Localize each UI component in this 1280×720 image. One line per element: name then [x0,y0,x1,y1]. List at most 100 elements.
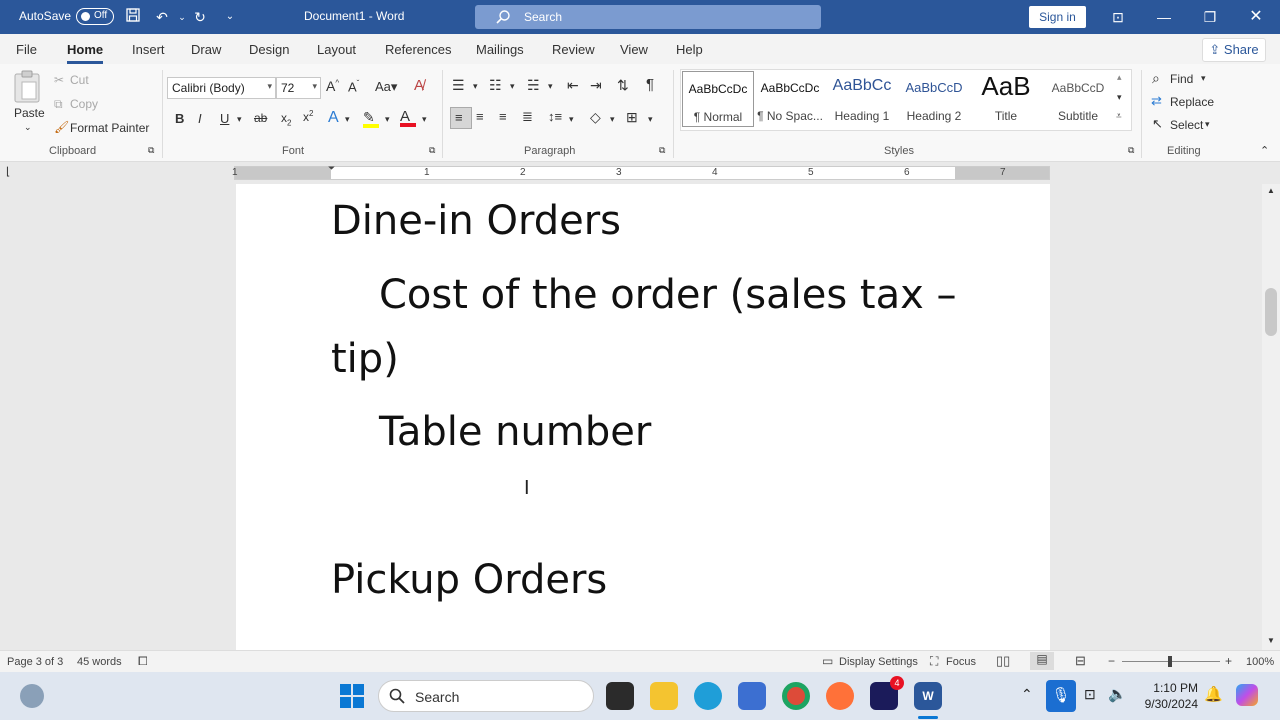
underline-dropdown-icon[interactable]: ▾ [237,114,242,125]
style-normal[interactable]: AaBbCcDc ¶ Normal [682,71,754,127]
highlight-dropdown-icon[interactable]: ▾ [385,114,390,125]
undo-dropdown-icon[interactable]: ⌄ [172,7,192,27]
tab-insert[interactable]: Insert [132,42,165,57]
print-layout-icon[interactable]: ▤ [1030,652,1054,670]
copilot-icon[interactable] [1236,684,1258,706]
clock[interactable]: 1:10 PM 9/30/2024 [1140,680,1198,712]
change-case-button[interactable]: Aa▾ [375,79,397,95]
highlight-icon[interactable]: ✎ [363,109,379,128]
zoom-out-icon[interactable]: − [1108,654,1115,668]
subscript-icon[interactable]: x2 [281,111,291,127]
store-icon[interactable] [738,682,766,710]
vertical-scrollbar[interactable]: ▲ ▼ [1262,184,1280,650]
zoom-slider-thumb[interactable] [1168,656,1172,667]
word-taskbar-icon[interactable]: W [914,682,942,710]
scroll-down-icon[interactable]: ▼ [1267,636,1275,645]
show-formatting-icon[interactable]: ¶ [646,76,654,93]
cut-button[interactable]: Cut [70,73,89,87]
italic-button[interactable]: I [198,111,202,126]
share-button[interactable]: ⇪ Share [1202,38,1266,62]
select-button[interactable]: Select [1170,118,1203,132]
select-dropdown-icon[interactable]: ▾ [1205,119,1210,130]
multilevel-list-icon[interactable]: ☵ [527,77,540,94]
find-button[interactable]: Find [1170,72,1193,86]
style-heading-1[interactable]: AaBbCc Heading 1 [826,71,898,127]
tab-review[interactable]: Review [552,42,595,57]
underline-button[interactable]: U [220,111,229,126]
start-icon[interactable] [340,684,364,708]
doc-line-tip[interactable]: tip) [331,336,399,382]
title-search-box[interactable]: Search [475,5,821,29]
scroll-up-icon[interactable]: ▲ [1267,186,1275,195]
redo-icon[interactable]: ↻ [190,7,210,27]
collapse-ribbon-icon[interactable]: ⌃ [1260,144,1269,157]
styles-launcher-icon[interactable]: ⧉ [1128,145,1134,156]
edge-icon[interactable] [694,682,722,710]
doc-line-table-number[interactable]: Table number [379,409,651,455]
doc-heading-dine-in[interactable]: Dine-in Orders [331,198,621,244]
clear-formatting-icon[interactable]: A̸ [414,77,424,94]
copy-button[interactable]: Copy [70,97,98,111]
tab-mailings[interactable]: Mailings [476,42,524,57]
microphone-icon[interactable]: 🎙 [1046,680,1076,712]
styles-scroll-down-icon[interactable]: ▾ [1117,92,1122,103]
tab-design[interactable]: Design [249,42,289,57]
zoom-in-icon[interactable]: + [1225,654,1232,668]
tab-references[interactable]: References [385,42,451,57]
notifications-icon[interactable]: 🔔 [1204,685,1223,703]
text-effects-dropdown-icon[interactable]: ▾ [345,114,350,125]
align-left-button[interactable]: ≡ [450,107,472,129]
doc-line-cost[interactable]: Cost of the order (sales tax – [379,272,956,318]
text-effects-icon[interactable]: A [328,109,339,127]
grow-font-icon[interactable]: A^ [326,78,339,94]
app-icon[interactable]: 4 [870,676,904,710]
line-spacing-icon[interactable]: ↕≡ [548,109,562,124]
autosave-toggle[interactable]: Off [76,8,114,25]
widgets-icon[interactable] [20,684,44,708]
taskbar-search[interactable]: Search [378,680,594,712]
numbering-dropdown-icon[interactable]: ▾ [510,81,515,92]
tab-selector-icon[interactable]: ⌊ [6,165,10,178]
shrink-font-icon[interactable]: Aˇ [348,79,359,94]
indent-marker-icon[interactable]: ⏷ [328,163,335,174]
shading-dropdown-icon[interactable]: ▾ [610,114,615,125]
sort-icon[interactable]: ⇅ [617,77,629,94]
tab-draw[interactable]: Draw [191,42,221,57]
page[interactable]: Dine-in Orders Cost of the order (sales … [236,184,1050,650]
tab-help[interactable]: Help [676,42,703,57]
styles-more-icon[interactable]: ⩡ [1116,111,1122,122]
page-count[interactable]: Page 3 of 3 [7,656,63,668]
doc-heading-pickup[interactable]: Pickup Orders [331,557,607,603]
line-spacing-dropdown-icon[interactable]: ▾ [569,114,574,125]
replace-button[interactable]: Replace [1170,95,1214,109]
decrease-indent-icon[interactable]: ⇤ [567,77,579,94]
minimize-button[interactable]: — [1141,0,1187,34]
ribbon-display-icon[interactable]: ⊡ [1095,0,1141,34]
justify-icon[interactable]: ≣ [522,109,533,125]
align-right-icon[interactable]: ≡ [499,109,507,124]
horizontal-ruler[interactable]: 1 1 2 3 4 5 6 7 ⏷ [232,163,1050,180]
borders-dropdown-icon[interactable]: ▾ [648,114,653,125]
proofing-icon[interactable]: ⧠ [138,654,148,669]
save-icon[interactable] [123,7,143,27]
sign-in-button[interactable]: Sign in [1029,6,1086,28]
font-color-icon[interactable]: A [400,108,416,127]
paragraph-launcher-icon[interactable]: ⧉ [659,145,665,156]
paste-button[interactable]: Paste ⌄ [12,70,45,138]
style-heading-2[interactable]: AaBbCcD Heading 2 [898,71,970,127]
font-launcher-icon[interactable]: ⧉ [429,145,435,156]
undo-icon[interactable]: ↶ [152,7,172,27]
customize-toolbar-icon[interactable]: ⌄ [220,7,240,27]
zoom-level[interactable]: 100% [1246,656,1274,668]
align-center-icon[interactable]: ≡ [476,109,484,124]
web-layout-icon[interactable]: ⊟ [1075,653,1086,669]
tab-file[interactable]: File [16,42,37,57]
tab-home[interactable]: Home [67,42,104,64]
bullets-icon[interactable]: ☰ [452,77,465,94]
numbering-icon[interactable]: ☷ [489,77,502,94]
network-icon[interactable]: ⊡ [1084,686,1096,703]
restore-button[interactable]: ❐ [1187,0,1233,34]
close-button[interactable]: ✕ [1233,0,1279,34]
bold-button[interactable]: B [175,111,184,126]
clipboard-launcher-icon[interactable]: ⧉ [148,145,154,156]
